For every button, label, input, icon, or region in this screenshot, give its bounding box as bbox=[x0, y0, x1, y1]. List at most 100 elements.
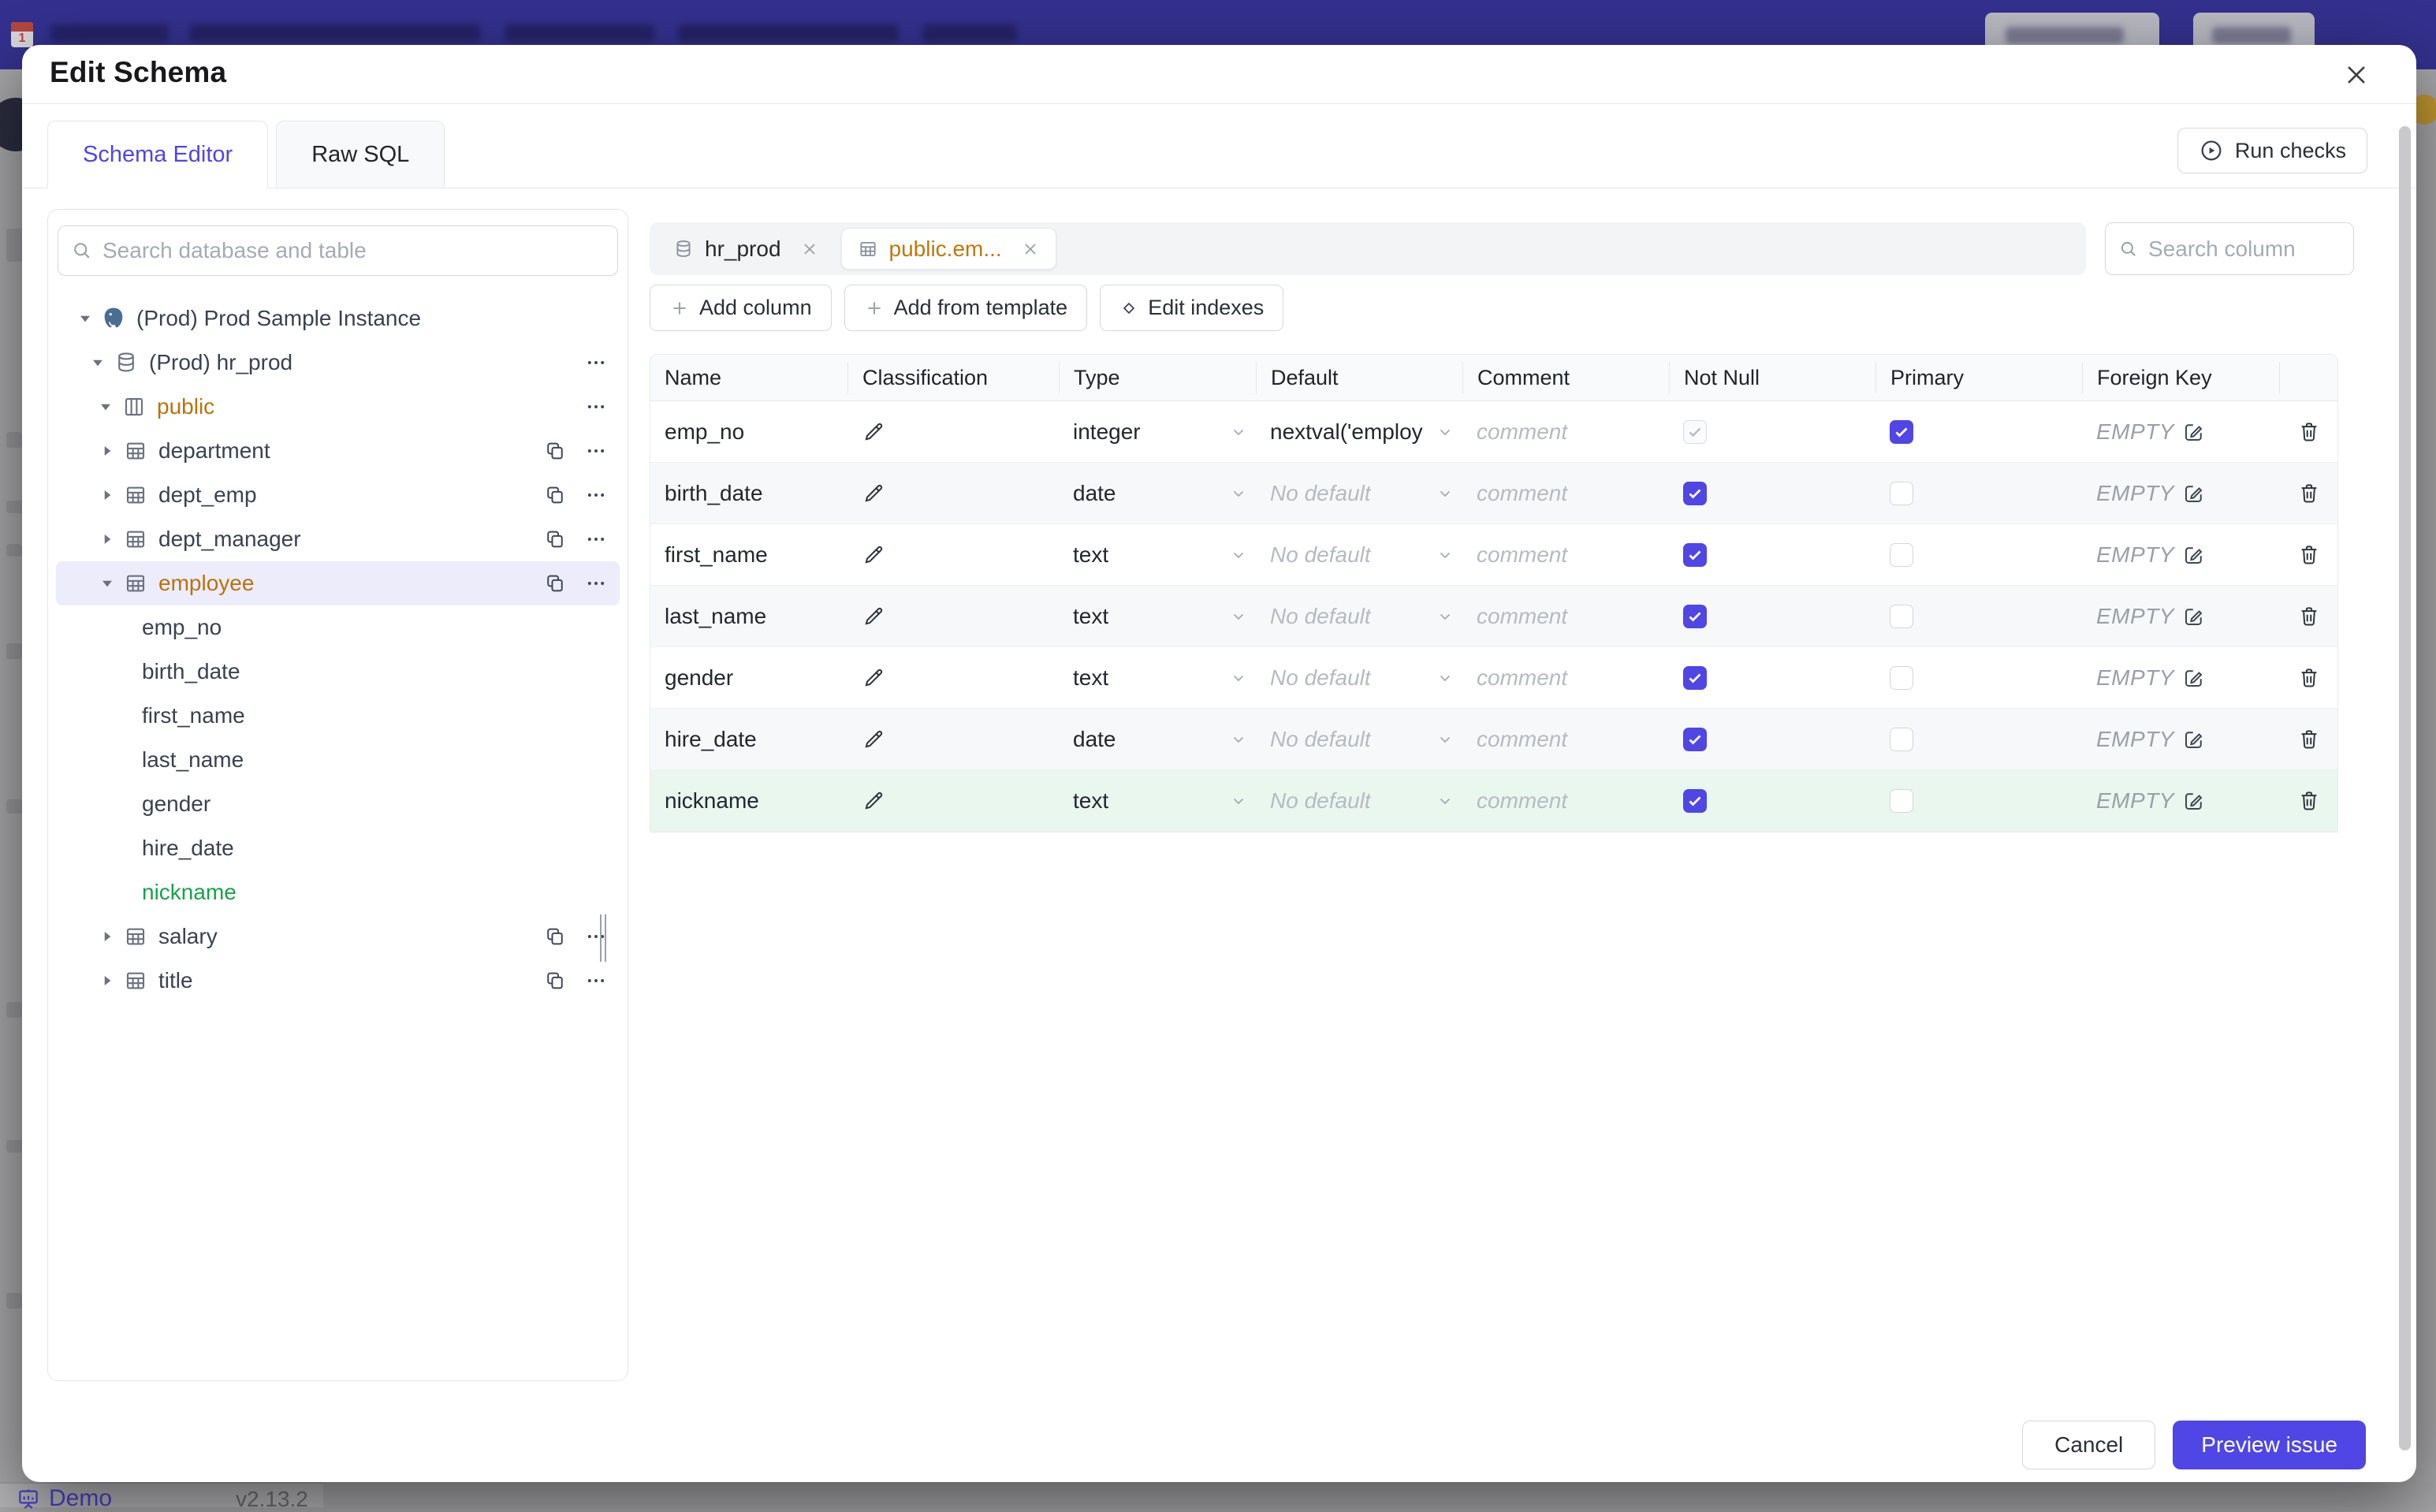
checkbox[interactable] bbox=[1890, 665, 1913, 690]
tree-item-employee[interactable]: employee bbox=[56, 561, 620, 605]
tab-raw-sql[interactable]: Raw SQL bbox=[276, 121, 445, 188]
edit-indexes-button[interactable]: Edit indexes bbox=[1100, 285, 1284, 331]
tree-item-last-name[interactable]: last_name bbox=[56, 738, 620, 782]
column-name[interactable]: hire_date bbox=[650, 727, 847, 752]
comment-field[interactable]: comment bbox=[1462, 481, 1669, 506]
run-checks-button[interactable]: Run checks bbox=[2177, 128, 2367, 173]
tree-item--prod-prod-sample-instance[interactable]: (Prod) Prod Sample Instance bbox=[56, 296, 620, 341]
trash-icon[interactable] bbox=[2297, 420, 2321, 444]
default-select[interactable]: No default bbox=[1256, 542, 1462, 568]
checkbox[interactable] bbox=[1683, 665, 1707, 690]
tree-item-salary[interactable]: salary bbox=[56, 914, 620, 959]
trash-icon[interactable] bbox=[2297, 605, 2321, 628]
panel-resize-handle[interactable] bbox=[600, 914, 609, 962]
caret-right-icon[interactable] bbox=[95, 439, 119, 463]
pencil-icon[interactable] bbox=[862, 728, 885, 751]
type-select[interactable]: text bbox=[1059, 542, 1256, 568]
cancel-button[interactable]: Cancel bbox=[2022, 1421, 2156, 1469]
column-name[interactable]: emp_no bbox=[650, 419, 847, 445]
close-icon[interactable] bbox=[800, 240, 819, 259]
caret-right-icon[interactable] bbox=[95, 527, 119, 551]
more-icon[interactable] bbox=[583, 968, 609, 993]
default-select[interactable]: No default bbox=[1256, 727, 1462, 752]
pencil-icon[interactable] bbox=[862, 605, 885, 628]
checkbox[interactable] bbox=[1890, 542, 1913, 567]
default-select[interactable]: nextval('employ bbox=[1256, 419, 1462, 445]
edit-square-icon[interactable] bbox=[2182, 543, 2206, 567]
comment-field[interactable]: comment bbox=[1462, 788, 1669, 814]
pencil-icon[interactable] bbox=[862, 666, 885, 690]
checkbox[interactable] bbox=[1890, 788, 1913, 813]
copy-icon[interactable] bbox=[542, 482, 568, 508]
type-select[interactable]: date bbox=[1059, 727, 1256, 752]
tree-item-department[interactable]: department bbox=[56, 429, 620, 473]
comment-field[interactable]: comment bbox=[1462, 419, 1669, 445]
default-select[interactable]: No default bbox=[1256, 481, 1462, 506]
tree-item-hire-date[interactable]: hire_date bbox=[56, 826, 620, 870]
copy-icon[interactable] bbox=[542, 527, 568, 552]
trash-icon[interactable] bbox=[2297, 482, 2321, 505]
preview-issue-button[interactable]: Preview issue bbox=[2173, 1421, 2366, 1469]
comment-field[interactable]: comment bbox=[1462, 542, 1669, 568]
trash-icon[interactable] bbox=[2297, 666, 2321, 690]
add-column-button[interactable]: Add column bbox=[650, 285, 832, 331]
chip-public-employee[interactable]: public.em... bbox=[840, 228, 1056, 270]
edit-square-icon[interactable] bbox=[2182, 482, 2206, 505]
tree-item-nickname[interactable]: nickname bbox=[56, 870, 620, 914]
checkbox[interactable] bbox=[1683, 788, 1707, 813]
tree-item--prod-hr-prod[interactable]: (Prod) hr_prod bbox=[56, 341, 620, 385]
copy-icon[interactable] bbox=[542, 968, 568, 993]
trash-icon[interactable] bbox=[2297, 789, 2321, 813]
caret-down-icon[interactable] bbox=[95, 572, 119, 595]
chip-hr-prod[interactable]: hr_prod bbox=[657, 228, 835, 270]
modal-scrollbar-thumb[interactable] bbox=[2399, 126, 2411, 1451]
add-from-template-button[interactable]: Add from template bbox=[844, 285, 1088, 331]
pencil-icon[interactable] bbox=[862, 543, 885, 567]
column-name[interactable]: gender bbox=[650, 665, 847, 691]
tree-item-dept-manager[interactable]: dept_manager bbox=[56, 517, 620, 561]
type-select[interactable]: date bbox=[1059, 481, 1256, 506]
checkbox[interactable] bbox=[1683, 604, 1707, 628]
trash-icon[interactable] bbox=[2297, 728, 2321, 751]
tab-schema-editor[interactable]: Schema Editor bbox=[47, 121, 269, 188]
caret-down-icon[interactable] bbox=[86, 351, 110, 374]
checkbox[interactable] bbox=[1890, 604, 1913, 628]
caret-down-icon[interactable] bbox=[94, 395, 117, 419]
comment-field[interactable]: comment bbox=[1462, 727, 1669, 752]
checkbox[interactable] bbox=[1683, 727, 1707, 751]
type-select[interactable]: integer bbox=[1059, 419, 1256, 445]
column-name[interactable]: birth_date bbox=[650, 481, 847, 506]
tree-item-dept-emp[interactable]: dept_emp bbox=[56, 473, 620, 517]
more-icon[interactable] bbox=[583, 482, 609, 508]
copy-icon[interactable] bbox=[542, 924, 568, 949]
copy-icon[interactable] bbox=[542, 438, 568, 464]
edit-square-icon[interactable] bbox=[2182, 420, 2206, 444]
tree-item-emp-no[interactable]: emp_no bbox=[56, 605, 620, 650]
trash-icon[interactable] bbox=[2297, 543, 2321, 567]
default-select[interactable]: No default bbox=[1256, 604, 1462, 629]
edit-square-icon[interactable] bbox=[2182, 605, 2206, 628]
checkbox[interactable] bbox=[1683, 542, 1707, 567]
checkbox[interactable] bbox=[1890, 481, 1913, 505]
tree-item-public[interactable]: public bbox=[56, 385, 620, 429]
checkbox[interactable] bbox=[1890, 727, 1913, 751]
tree-item-gender[interactable]: gender bbox=[56, 782, 620, 826]
more-icon[interactable] bbox=[583, 527, 609, 552]
column-name[interactable]: first_name bbox=[650, 542, 847, 568]
tree-item-title[interactable]: title bbox=[56, 959, 620, 1003]
caret-down-icon[interactable] bbox=[73, 307, 97, 330]
edit-square-icon[interactable] bbox=[2182, 789, 2206, 813]
checkbox[interactable] bbox=[1683, 481, 1707, 505]
checkbox[interactable] bbox=[1683, 419, 1707, 444]
pencil-icon[interactable] bbox=[862, 482, 885, 505]
tree-search-input[interactable] bbox=[102, 238, 605, 263]
edit-square-icon[interactable] bbox=[2182, 728, 2206, 751]
copy-icon[interactable] bbox=[542, 571, 568, 596]
caret-right-icon[interactable] bbox=[95, 925, 119, 948]
type-select[interactable]: text bbox=[1059, 604, 1256, 629]
caret-right-icon[interactable] bbox=[95, 483, 119, 507]
checkbox[interactable] bbox=[1890, 419, 1913, 444]
column-search-input[interactable] bbox=[2148, 236, 2341, 262]
caret-right-icon[interactable] bbox=[95, 969, 119, 992]
demo-link[interactable]: Demo bbox=[16, 1485, 112, 1512]
